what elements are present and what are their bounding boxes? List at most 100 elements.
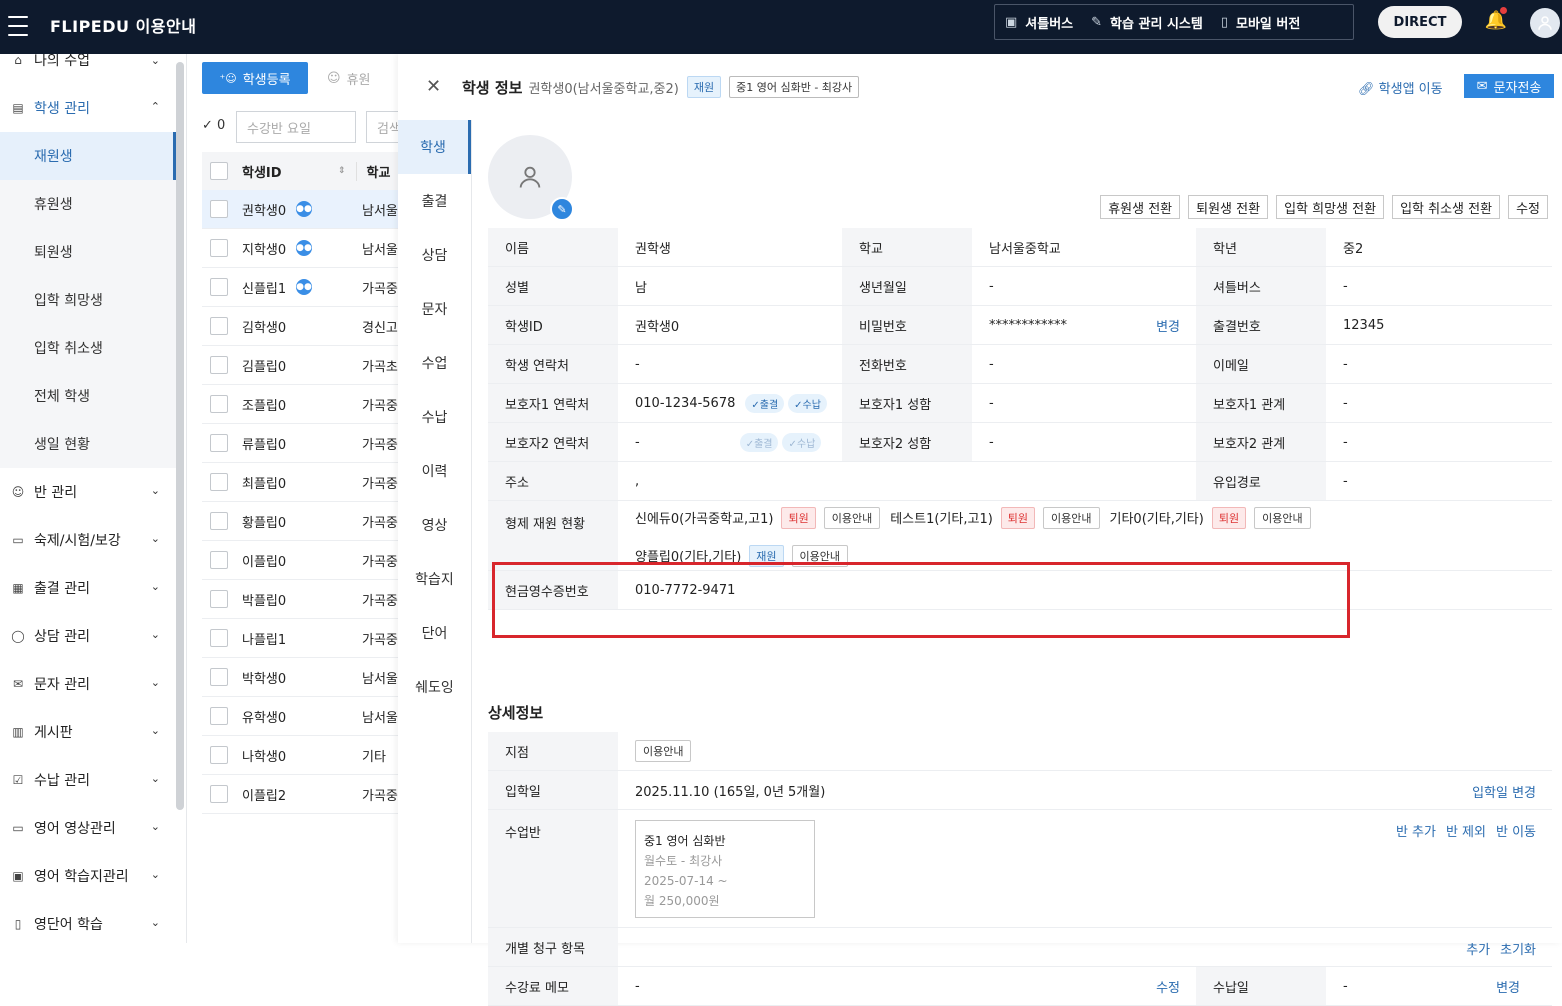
sibling-guide-badge[interactable]: 이용안내 xyxy=(1254,506,1311,529)
sibling-guide-badge[interactable]: 이용안내 xyxy=(791,544,849,567)
sort-icon[interactable]: ⇕ xyxy=(338,166,346,176)
sidebar-scrollbar[interactable] xyxy=(176,62,184,810)
student-id-cell[interactable]: 권학생0 xyxy=(242,200,302,219)
sidebar-counsel[interactable]: ◯ 상담 관리 ⌄ xyxy=(0,612,176,660)
row-checkbox[interactable] xyxy=(210,668,228,686)
student-id-cell[interactable]: 이플립0 xyxy=(242,551,302,570)
tab-video[interactable]: 영상 xyxy=(398,498,471,552)
row-checkbox[interactable] xyxy=(210,434,228,452)
change-enroll-date-link[interactable]: 입학일 변경 xyxy=(1472,782,1536,801)
student-id-cell[interactable]: 류플립0 xyxy=(242,434,302,453)
sidebar-item-prospective[interactable]: 입학 희망생 xyxy=(0,276,176,324)
row-checkbox[interactable] xyxy=(210,317,228,335)
reset-billing-link[interactable]: 초기화 xyxy=(1500,939,1536,958)
edit-memo-link[interactable]: 수정 xyxy=(1156,977,1180,996)
select-all-checkbox[interactable] xyxy=(210,162,228,180)
bell-icon[interactable]: 🔔 xyxy=(1484,7,1508,34)
row-checkbox[interactable] xyxy=(210,356,228,374)
student-id-cell[interactable]: 나플립1 xyxy=(242,629,302,648)
lms-link[interactable]: ✎ 학습 관리 시스템 xyxy=(1091,13,1203,32)
add-billing-link[interactable]: 추가 xyxy=(1466,939,1490,958)
table-row[interactable]: 박플립0 가곡중 xyxy=(202,580,399,619)
table-row[interactable]: 나플립1 가곡중 xyxy=(202,619,399,658)
tab-attendance[interactable]: 출결 xyxy=(398,174,471,228)
sidebar-homework[interactable]: ▭ 숙제/시험/보강 ⌄ xyxy=(0,516,176,564)
table-row[interactable]: 권학생0 ●● 남서울 xyxy=(202,190,399,229)
table-row[interactable]: 지학생0 ●● 남서울 xyxy=(202,229,399,268)
table-row[interactable]: 김학생0 경신고 xyxy=(202,307,399,346)
mobile-link[interactable]: ▯ 모바일 버전 xyxy=(1221,13,1300,32)
table-row[interactable]: 김플립0 가곡초 xyxy=(202,346,399,385)
sidebar-sms[interactable]: ✉ 문자 관리 ⌄ xyxy=(0,660,176,708)
table-row[interactable]: 이플립2 가곡중 xyxy=(202,775,399,814)
sidebar-video[interactable]: ▭ 영어 영상관리 ⌄ xyxy=(0,804,176,852)
edit-button[interactable]: 수정 xyxy=(1508,195,1548,219)
class-card[interactable]: 중1 영어 심화반 월수토 - 최강사 2025-07-14 ~ 월 250,0… xyxy=(635,820,815,918)
sidebar-item-withdrawn[interactable]: 퇴원생 xyxy=(0,228,176,276)
attendance-chip[interactable]: ✓출결 xyxy=(745,393,785,413)
table-row[interactable]: 황플립0 가곡중 xyxy=(202,502,399,541)
student-id-cell[interactable]: 유학생0 xyxy=(242,707,302,726)
row-checkbox[interactable] xyxy=(210,512,228,530)
to-leave-button[interactable]: 휴원생 전환 xyxy=(1100,195,1181,219)
tab-shadowing[interactable]: 쉐도잉 xyxy=(398,660,471,714)
tab-counsel[interactable]: 상담 xyxy=(398,228,471,282)
sibling-guide-badge[interactable]: 이용안내 xyxy=(1043,506,1100,529)
student-id-cell[interactable]: 최플립0 xyxy=(242,473,302,492)
tab-worksheet[interactable]: 학습지 xyxy=(398,552,471,606)
move-class-link[interactable]: 반 이동 xyxy=(1496,821,1536,840)
register-student-button[interactable]: ⁺☺ 학생등록 xyxy=(202,62,308,94)
row-checkbox[interactable] xyxy=(210,239,228,257)
student-id-cell[interactable]: 지학생0 xyxy=(242,239,302,258)
sidebar-item-cancelled[interactable]: 입학 취소생 xyxy=(0,324,176,372)
student-id-cell[interactable]: 신플립1 xyxy=(242,278,302,297)
row-checkbox[interactable] xyxy=(210,551,228,569)
table-row[interactable]: 이플립0 가곡중 xyxy=(202,541,399,580)
search-input[interactable]: 검색 xyxy=(366,111,399,143)
close-icon[interactable]: ✕ xyxy=(426,76,441,97)
row-checkbox[interactable] xyxy=(210,200,228,218)
remove-class-link[interactable]: 반 제외 xyxy=(1446,821,1486,840)
tab-history[interactable]: 이력 xyxy=(398,444,471,498)
row-checkbox[interactable] xyxy=(210,785,228,803)
change-password-link[interactable]: 변경 xyxy=(1156,316,1180,335)
sidebar-item-on-leave[interactable]: 휴원생 xyxy=(0,180,176,228)
table-row[interactable]: 류플립0 가곡중 xyxy=(202,424,399,463)
sidebar-board[interactable]: ▥ 게시판 ⌄ xyxy=(0,708,176,756)
sidebar-student-mgmt[interactable]: ▤ 학생 관리 ⌃ xyxy=(0,84,176,132)
table-row[interactable]: 박학생0 남서울 xyxy=(202,658,399,697)
student-id-cell[interactable]: 나학생0 xyxy=(242,746,302,765)
sidebar-item-enrolled[interactable]: 재원생 xyxy=(0,132,176,180)
menu-icon[interactable] xyxy=(8,14,28,38)
student-id-cell[interactable]: 이플립2 xyxy=(242,785,302,804)
attendance-chip[interactable]: ✓출결 xyxy=(739,432,779,452)
payment-chip[interactable]: ✓수납 xyxy=(788,393,827,413)
tab-vocab[interactable]: 단어 xyxy=(398,606,471,660)
student-app-link[interactable]: 🔗︎ 학생앱 이동 xyxy=(1358,78,1443,97)
row-checkbox[interactable] xyxy=(210,395,228,413)
tab-payment[interactable]: 수납 xyxy=(398,390,471,444)
user-avatar[interactable] xyxy=(1530,8,1560,38)
sibling-guide-badge[interactable]: 이용안내 xyxy=(823,506,881,529)
row-checkbox[interactable] xyxy=(210,629,228,647)
sidebar-class-mgmt[interactable]: ☺ 반 관리 ⌄ xyxy=(0,468,176,516)
send-sms-button[interactable]: ✉ 문자전송 xyxy=(1464,74,1554,98)
student-id-cell[interactable]: 조플립0 xyxy=(242,395,302,414)
tab-class[interactable]: 수업 xyxy=(398,336,471,390)
tab-sms[interactable]: 문자 xyxy=(398,282,471,336)
add-class-link[interactable]: 반 추가 xyxy=(1396,821,1436,840)
table-row[interactable]: 최플립0 가곡중 xyxy=(202,463,399,502)
row-checkbox[interactable] xyxy=(210,746,228,764)
edit-avatar-icon[interactable]: ✎ xyxy=(550,197,574,221)
row-checkbox[interactable] xyxy=(210,707,228,725)
student-id-cell[interactable]: 박학생0 xyxy=(242,668,302,687)
col-student-id[interactable]: 학생ID xyxy=(242,162,338,181)
col-school[interactable]: 학교 xyxy=(355,161,390,181)
table-row[interactable]: 나학생0 기타 xyxy=(202,736,399,775)
leave-button[interactable]: ☺ 휴원 xyxy=(327,62,370,94)
student-id-cell[interactable]: 황플립0 xyxy=(242,512,302,531)
table-row[interactable]: 조플립0 가곡중 xyxy=(202,385,399,424)
shuttle-link[interactable]: ▣ 셔틀버스 xyxy=(1005,13,1073,32)
to-cancelled-button[interactable]: 입학 취소생 전환 xyxy=(1392,195,1501,219)
table-row[interactable]: 유학생0 남서울 xyxy=(202,697,399,736)
